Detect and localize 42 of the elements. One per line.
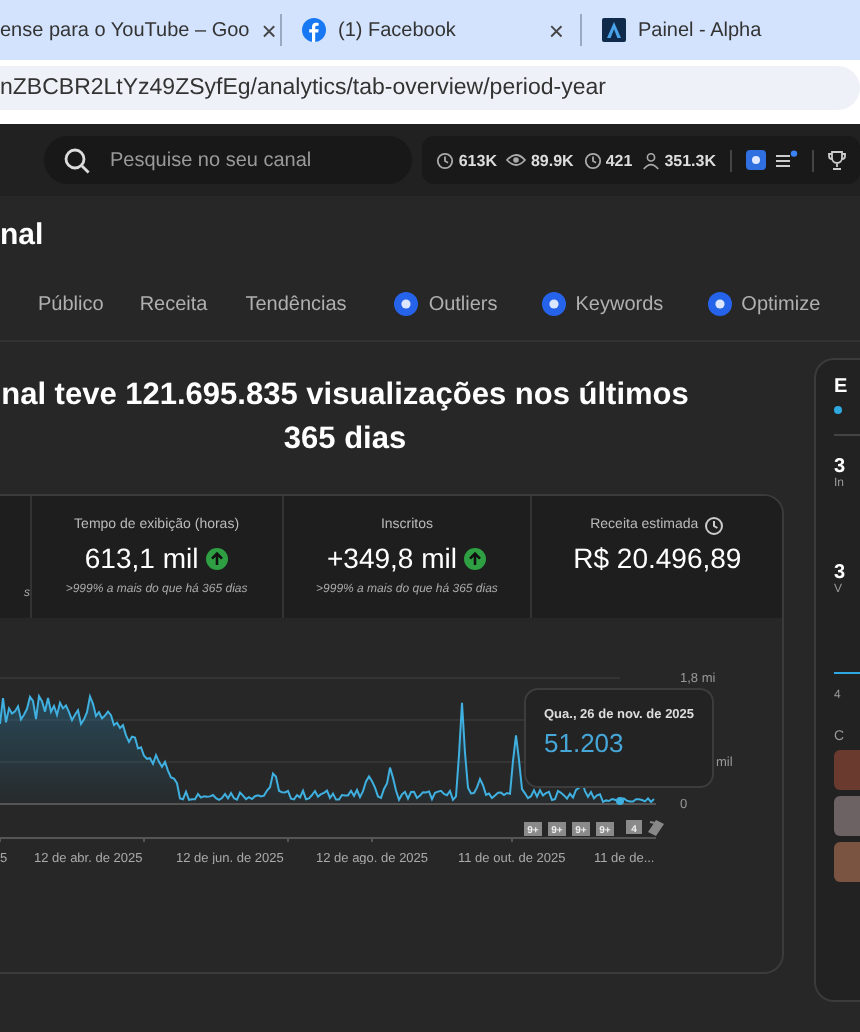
stat-value: 421 [605,151,633,169]
stat-value: 351.3K [664,151,716,169]
tool-icon [707,292,732,316]
nav-tab[interactable]: Público [38,293,104,315]
tab-title[interactable]: Painel - Alpha [637,19,860,41]
search-icon [64,147,90,173]
tab-title[interactable]: ense para o YouTube – Goo [0,19,250,41]
trophy-icon[interactable] [828,150,846,170]
tool-icon [541,292,566,316]
clock-icon [436,151,455,169]
reset-icon[interactable] [648,820,664,836]
legend-dot [834,406,842,414]
nav-tab[interactable]: Receita [139,293,208,315]
metric-value: 613,1 mil [84,542,199,574]
stat-value: 3 [834,456,848,478]
nav-tab[interactable]: Tendências [245,293,347,315]
eye-icon [506,152,527,168]
nav-tab[interactable]: Outliers [394,292,498,316]
stat-value: 89.9K [530,151,574,169]
channel-title: nal [0,216,46,256]
tab-title[interactable]: (1) Facebook [338,19,537,41]
logo-icon [601,18,626,42]
facebook-icon [302,18,326,42]
point-marker [616,797,624,805]
nav-tab[interactable]: Keywords [541,292,664,316]
stat-value: 3 [834,562,848,584]
panel-title: E [834,376,850,398]
stat-value: 613K [458,151,497,169]
clock-icon [583,151,602,169]
close-icon[interactable]: × [548,15,580,45]
address-bar[interactable]: nZBCBR2LtYz49ZSyfEg/analytics/tab-overview/period-year [0,66,860,110]
close-icon[interactable]: × [261,15,293,45]
tool-icon [394,292,419,316]
metric-value: R$ 20.496,89 [573,542,742,574]
app-icon[interactable] [746,150,766,170]
tooltip-value: 51.203 [544,728,626,758]
nav-tab[interactable]: Optimize [707,292,821,316]
person-icon [642,151,661,169]
metric-value: +349,8 mil [326,542,457,574]
views-headline: nal teve 121.695.835 visualizações nos últimos 365 dias [0,376,690,460]
list-icon[interactable] [776,150,798,170]
search-field[interactable]: Pesquise no seu canal [44,136,413,184]
